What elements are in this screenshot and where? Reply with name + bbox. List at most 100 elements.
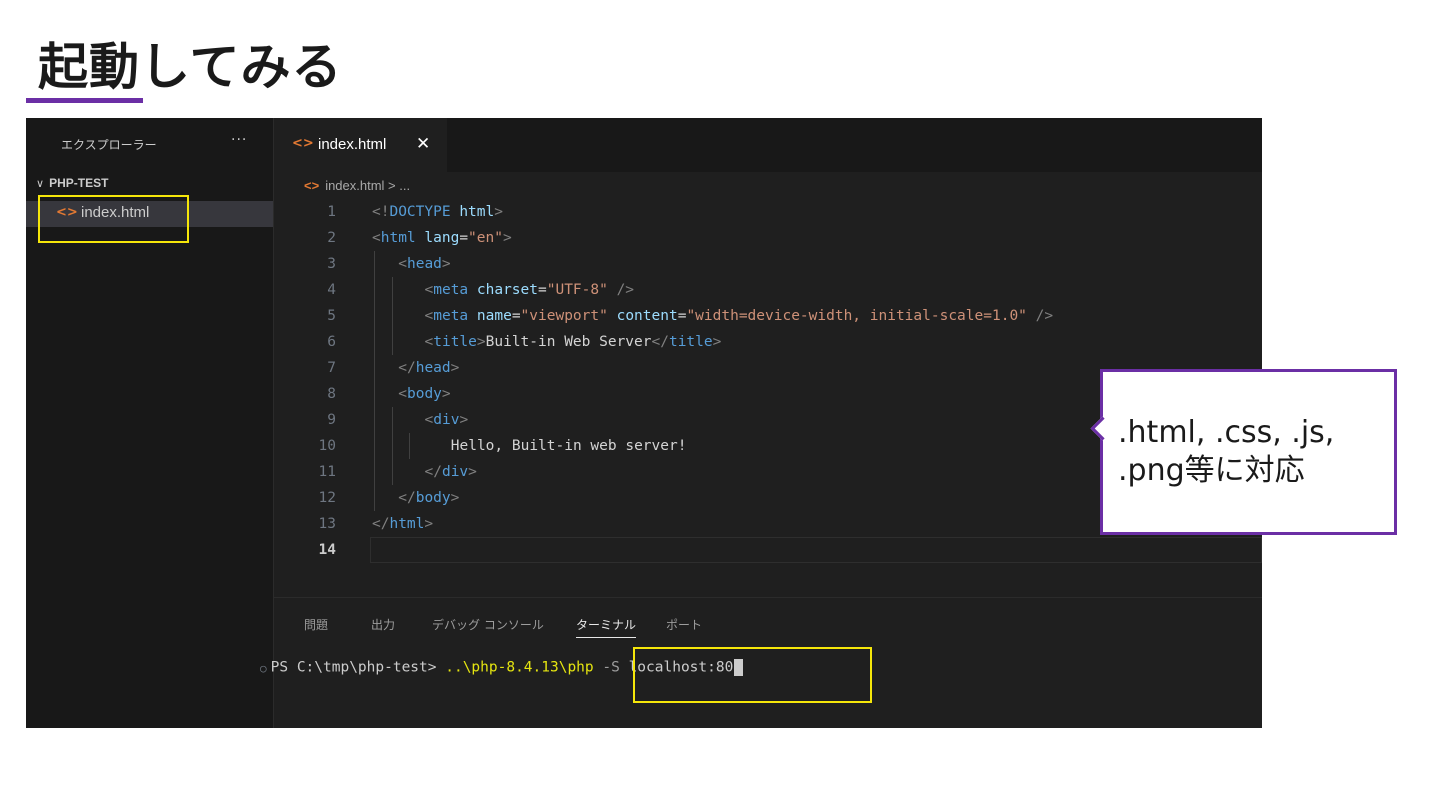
- code-token: charset: [476, 282, 538, 298]
- breadcrumb[interactable]: <> index.html > ...: [304, 178, 410, 193]
- indent-guide: [391, 329, 393, 355]
- code-token: >: [450, 490, 460, 506]
- code-token: meta: [433, 308, 469, 324]
- code-token: meta: [433, 282, 469, 298]
- code-token: body: [406, 386, 442, 402]
- code-text: </body>: [398, 485, 459, 511]
- code-token: "viewport": [520, 308, 608, 324]
- code-token: >: [494, 204, 503, 220]
- code-text: <html lang="en">: [372, 225, 512, 251]
- code-token: </: [398, 490, 416, 506]
- code-token: >: [424, 516, 434, 532]
- indent-guide: [391, 407, 393, 433]
- editor-tabbar: <> index.html ✕: [274, 118, 1262, 173]
- panel-tab-terminal[interactable]: ターミナル: [576, 616, 637, 638]
- indent-guide: [374, 407, 375, 433]
- indent-guide: [391, 303, 393, 329]
- code-text: <div>: [425, 407, 469, 433]
- html-file-icon: <>: [304, 178, 320, 193]
- callout-box: .html, .css, .js, .png等に対応: [1090, 369, 1397, 535]
- code-text: <meta name="viewport" content="width=dev…: [425, 303, 1054, 329]
- code-token: />: [1035, 308, 1054, 324]
- panel-tab-debug-console[interactable]: デバッグ コンソール: [432, 616, 544, 633]
- code-token: "width=device-width, initial-scale=1.0": [686, 308, 1027, 324]
- code-line[interactable]: 14: [274, 537, 1262, 563]
- line-number: 6: [327, 334, 336, 350]
- code-text: <body>: [398, 381, 450, 407]
- line-number: 4: [327, 282, 336, 298]
- folder-label: PHP-TEST: [49, 176, 109, 190]
- code-token: <: [398, 256, 407, 272]
- panel-tab-problems[interactable]: 問題: [304, 616, 328, 633]
- code-line[interactable]: 3 <head>: [274, 251, 1262, 277]
- indent-guide: [374, 381, 375, 407]
- indent-guide: [374, 329, 375, 355]
- code-token: >: [502, 230, 512, 246]
- code-text: <meta charset="UTF-8" />: [425, 277, 635, 303]
- code-line[interactable]: 1 <!DOCTYPE html>: [274, 199, 1262, 225]
- code-token: title: [668, 334, 713, 350]
- code-line[interactable]: 6 <title>Built-in Web Server</title>: [274, 329, 1262, 355]
- folder-php-test[interactable]: ∨ PHP-TEST: [36, 176, 108, 190]
- code-text: </head>: [398, 355, 459, 381]
- line-number: 10: [318, 438, 336, 454]
- indent-guide: [374, 277, 375, 303]
- title-underline: [26, 98, 143, 103]
- indent-guide: [391, 433, 393, 459]
- code-text: </html>: [372, 511, 433, 537]
- indent-guide: [374, 251, 375, 277]
- panel-tab-ports[interactable]: ポート: [666, 616, 702, 633]
- code-token: </: [372, 516, 390, 532]
- code-token: "UTF-8": [546, 282, 608, 298]
- code-token: >: [476, 334, 486, 350]
- slide-title: 起動してみる: [38, 38, 343, 96]
- code-token: <: [372, 230, 381, 246]
- code-line[interactable]: 2 <html lang="en">: [274, 225, 1262, 251]
- status-circle-icon: ○: [260, 661, 267, 675]
- code-token: "en": [468, 230, 503, 246]
- close-icon[interactable]: ✕: [416, 134, 430, 154]
- indent-guide: [391, 459, 393, 485]
- line-number: 7: [327, 360, 336, 376]
- chevron-down-icon: ∨: [36, 178, 45, 190]
- line-number: 13: [318, 516, 336, 532]
- code-text: <!DOCTYPE html>: [372, 199, 503, 225]
- code-token: <: [424, 308, 434, 324]
- indent-guide: [374, 459, 375, 485]
- code-token: head: [406, 256, 442, 272]
- code-token: </: [424, 464, 442, 480]
- breadcrumb-text: index.html > ...: [325, 178, 411, 193]
- code-token: head: [415, 360, 451, 376]
- code-token: =: [538, 282, 547, 298]
- indent-guide: [374, 303, 375, 329]
- line-number: 12: [318, 490, 336, 506]
- code-line[interactable]: 5 <meta name="viewport" content="width=de…: [274, 303, 1262, 329]
- code-token: </: [398, 360, 416, 376]
- code-token: DOCTYPE: [389, 204, 451, 220]
- code-text: </div>: [425, 459, 477, 485]
- code-line[interactable]: 4 <meta charset="UTF-8" />: [274, 277, 1262, 303]
- code-text: <head>: [398, 251, 450, 277]
- code-token: <: [424, 412, 434, 428]
- code-token: body: [415, 490, 451, 506]
- panel-tab-output[interactable]: 出力: [371, 616, 395, 633]
- more-actions-icon[interactable]: ···: [231, 132, 247, 148]
- vscode-window: エクスプローラー ··· ∨ PHP-TEST <> index.html <> …: [26, 118, 1262, 728]
- callout-text: .html, .css, .js, .png等に対応: [1118, 415, 1335, 488]
- code-token: html: [459, 204, 495, 220]
- code-token: >: [441, 386, 451, 402]
- tab-index-html[interactable]: <> index.html ✕: [274, 118, 447, 173]
- line-number: 8: [327, 386, 336, 402]
- code-token: name: [476, 308, 512, 324]
- explorer-header: エクスプローラー: [61, 138, 157, 152]
- line-number: 5: [327, 308, 336, 324]
- indent-guide: [374, 433, 375, 459]
- code-token: content: [616, 308, 678, 324]
- code-token: </: [651, 334, 669, 350]
